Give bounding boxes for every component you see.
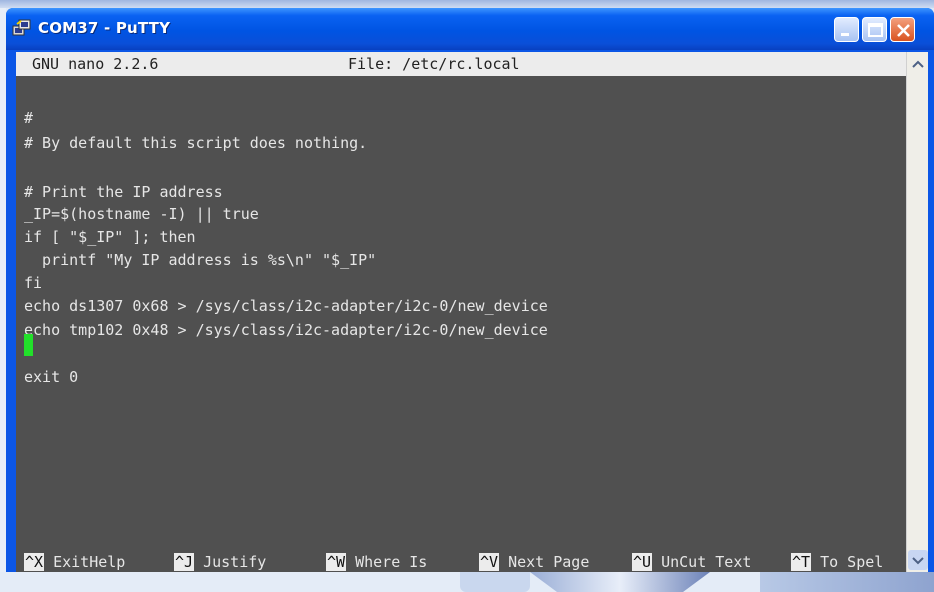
shortcut-label: UnCut Text bbox=[652, 553, 752, 571]
shortcut-key: ^T bbox=[791, 553, 812, 571]
nano-file-name: File: /etc/rc.local bbox=[348, 55, 520, 73]
shortcut-label: Where Is bbox=[346, 553, 428, 571]
desktop-decoration bbox=[530, 572, 710, 592]
desktop-decoration bbox=[760, 572, 934, 592]
shortcut-next-page[interactable]: ^V Next Page bbox=[479, 551, 589, 573]
shortcut-label: ExitHelp bbox=[44, 553, 126, 571]
minimize-button[interactable] bbox=[834, 17, 859, 42]
code-line: fi bbox=[24, 274, 43, 292]
vertical-scrollbar[interactable] bbox=[906, 52, 928, 572]
maximize-button[interactable] bbox=[862, 17, 887, 42]
desktop-background-bottom bbox=[0, 572, 934, 592]
code-line: exit 0 bbox=[24, 368, 79, 386]
code-line: printf "My IP address is %s\n" "$_IP" bbox=[24, 251, 377, 269]
close-icon bbox=[897, 24, 910, 37]
chevron-down-icon bbox=[908, 550, 928, 570]
scroll-down-button[interactable] bbox=[908, 550, 928, 570]
shortcut-key: ^W bbox=[326, 553, 347, 571]
close-button[interactable] bbox=[890, 17, 915, 42]
code-line: _IP=$(hostname -I) || true bbox=[24, 205, 259, 223]
shortcut-label: Next Page bbox=[499, 553, 590, 571]
nano-header-bar: GNU nano 2.2.6 File: /etc/rc.local bbox=[16, 52, 906, 76]
scroll-up-button[interactable] bbox=[908, 54, 928, 74]
shortcut-key: ^V bbox=[479, 553, 500, 571]
putty-window: COM37 - PuTTY GNU nano 2.2.6 File: /etc/… bbox=[6, 8, 934, 572]
code-line: # Print the IP address bbox=[24, 183, 223, 201]
shortcut-exit[interactable]: ^X ExitHelp bbox=[24, 551, 125, 573]
desktop-background-top bbox=[0, 0, 934, 8]
shortcut-justify[interactable]: ^J Justify bbox=[174, 551, 266, 573]
title-bar[interactable]: COM37 - PuTTY bbox=[6, 8, 934, 50]
chevron-up-icon bbox=[912, 60, 924, 68]
shortcut-key: ^X bbox=[24, 553, 45, 571]
putty-computer-icon[interactable] bbox=[12, 19, 32, 37]
window-title: COM37 - PuTTY bbox=[38, 19, 171, 37]
shortcut-uncut-text[interactable]: ^U UnCut Text bbox=[632, 551, 751, 573]
shortcut-label: Justify bbox=[194, 553, 267, 571]
code-line: echo tmp102 0x48 > /sys/class/i2c-adapte… bbox=[24, 321, 548, 339]
terminal-screen[interactable]: GNU nano 2.2.6 File: /etc/rc.local # # B… bbox=[16, 52, 906, 572]
shortcut-key: ^U bbox=[632, 553, 653, 571]
minimize-icon bbox=[841, 33, 849, 36]
nano-shortcut-bar: ^X ExitHelp ^J Justify ^W Where Is ^V Ne… bbox=[24, 551, 883, 573]
code-line: echo ds1307 0x68 > /sys/class/i2c-adapte… bbox=[24, 297, 548, 315]
nano-version: GNU nano 2.2.6 bbox=[32, 55, 159, 73]
shortcut-to-spell[interactable]: ^T To Spel bbox=[791, 551, 883, 573]
text-cursor bbox=[24, 334, 33, 356]
shortcut-where-is[interactable]: ^W Where Is bbox=[326, 551, 427, 573]
shortcut-label: To Spel bbox=[811, 553, 884, 571]
desktop-decoration bbox=[460, 572, 530, 592]
code-line: if [ "$_IP" ]; then bbox=[24, 228, 196, 246]
shortcut-key: ^J bbox=[174, 553, 195, 571]
maximize-icon bbox=[868, 23, 883, 37]
code-line: # By default this script does nothing. bbox=[24, 134, 368, 152]
code-line: # bbox=[24, 109, 34, 127]
